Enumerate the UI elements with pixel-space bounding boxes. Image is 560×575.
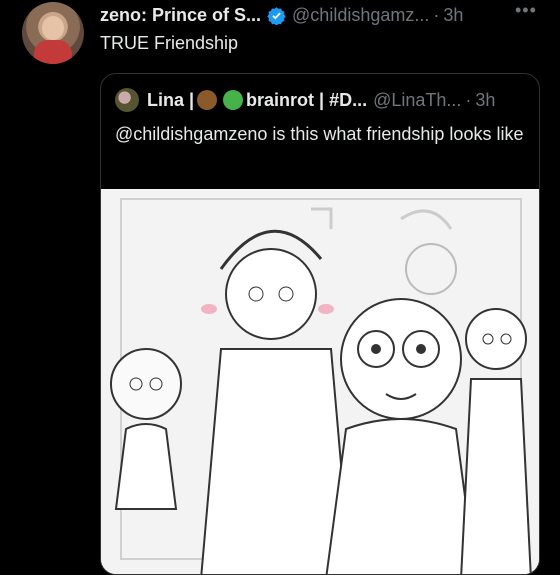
tweet-text: TRUE Friendship xyxy=(100,33,239,53)
avatar-face xyxy=(42,16,64,40)
quoted-tweet[interactable]: Lina | brainrot | #D... @LinaTh... · 3h … xyxy=(100,73,540,575)
quoted-text: @childishgamzeno is this what friendship… xyxy=(115,124,524,144)
cartoon-illustration xyxy=(101,189,539,574)
separator-dot: · xyxy=(433,4,440,25)
owl-emoji-icon xyxy=(197,90,218,110)
quoted-media-image[interactable] xyxy=(101,189,539,574)
quoted-author-name[interactable]: Lina | xyxy=(147,90,194,111)
author-handle[interactable]: @childishgamz... xyxy=(292,5,429,26)
author-name[interactable]: zeno: Prince of S... xyxy=(100,5,261,26)
avatar-shirt xyxy=(34,40,72,64)
tweet-header: zeno: Prince of S... @childishgamz... · … xyxy=(100,2,463,28)
quoted-avatar[interactable] xyxy=(115,88,139,112)
author-avatar[interactable] xyxy=(22,2,84,64)
more-horizontal-icon[interactable]: ••• xyxy=(515,0,537,21)
quoted-time[interactable]: 3h xyxy=(475,90,495,111)
quoted-author-name-rest[interactable]: brainrot | #D... xyxy=(246,90,367,111)
quoted-header: Lina | brainrot | #D... @LinaTh... · 3h xyxy=(115,88,495,112)
quoted-author-handle[interactable]: @LinaTh... xyxy=(373,90,461,111)
frog-emoji-icon xyxy=(223,90,244,110)
verified-badge-icon xyxy=(267,6,286,26)
tweet-time[interactable]: 3h xyxy=(443,5,463,26)
separator-dot: · xyxy=(465,89,472,110)
